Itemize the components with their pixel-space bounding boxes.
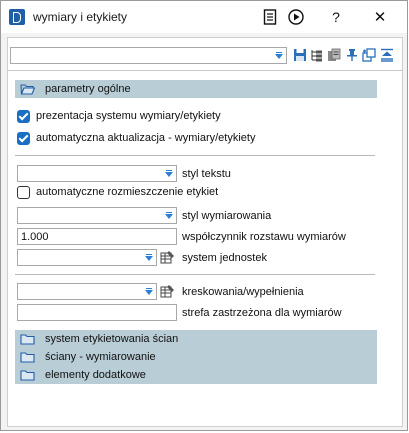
section-separator <box>15 155 375 156</box>
edit-table-icon[interactable] <box>160 250 175 265</box>
copy-properties-icon[interactable] <box>327 48 341 62</box>
reserved-zone-input[interactable] <box>17 304 177 321</box>
group-label: parametry ogólne <box>45 83 131 95</box>
dropdown-arrow-icon[interactable] <box>162 209 175 222</box>
play-icon[interactable] <box>283 5 309 29</box>
save-icon[interactable] <box>293 48 307 62</box>
folder-icon <box>20 370 35 381</box>
group-walls-dimensioning[interactable]: ściany - wymiarowanie <box>15 348 377 366</box>
text-style-label: styl tekstu <box>182 168 231 180</box>
window-title: wymiary i etykiety <box>33 10 128 24</box>
units-system-label: system jednostek <box>182 252 267 264</box>
dropdown-arrow-icon[interactable] <box>142 251 155 264</box>
section-separator <box>15 274 375 275</box>
edit-table-icon[interactable] <box>160 284 175 299</box>
spacing-factor-label: współczynnik rozstawu wymiarów <box>182 231 346 243</box>
dropdown-arrow-icon[interactable] <box>142 285 155 298</box>
settings-panel: parametry ogólne prezentacja systemu wym… <box>7 37 403 427</box>
tree-structure-icon[interactable] <box>310 48 324 62</box>
new-window-icon[interactable] <box>362 48 376 62</box>
toolbar-separator <box>8 70 402 71</box>
document-list-icon[interactable] <box>257 5 283 29</box>
dropdown-arrow-icon[interactable] <box>162 167 175 180</box>
dim-style-label: styl wymiarowania <box>182 210 272 222</box>
text-style-combo[interactable] <box>17 165 177 182</box>
app-icon <box>9 9 25 25</box>
preset-combo[interactable] <box>10 47 287 64</box>
auto-update-checkbox[interactable] <box>17 132 30 145</box>
units-system-combo[interactable] <box>17 249 157 266</box>
hatching-label: kreskowania/wypełnienia <box>182 286 304 298</box>
show-system-label: prezentacja systemu wymiary/etykiety <box>36 110 221 122</box>
group-label: system etykietowania ścian <box>45 333 179 345</box>
dim-style-combo[interactable] <box>17 207 177 224</box>
collapse-all-icon[interactable] <box>380 48 394 62</box>
reserved-zone-label: strefa zastrzeżona dla wymiarów <box>182 307 342 319</box>
group-wall-labeling-system[interactable]: system etykietowania ścian <box>15 330 377 348</box>
title-bar: wymiary i etykiety ? ✕ <box>1 1 407 33</box>
auto-layout-checkbox[interactable] <box>17 186 30 199</box>
show-system-checkbox[interactable] <box>17 110 30 123</box>
dialog-window: wymiary i etykiety ? ✕ parametry ogólne … <box>0 0 408 431</box>
group-label: ściany - wymiarowanie <box>45 351 156 363</box>
group-additional-elements[interactable]: elementy dodatkowe <box>15 366 377 384</box>
folder-icon <box>20 334 35 345</box>
group-label: elementy dodatkowe <box>45 369 146 381</box>
hatching-combo[interactable] <box>17 283 157 300</box>
spacing-factor-input[interactable]: 1.000 <box>17 228 177 245</box>
auto-update-label: automatyczna aktualizacja - wymiary/etyk… <box>36 132 256 144</box>
pin-icon[interactable] <box>345 48 359 62</box>
dropdown-arrow-icon[interactable] <box>272 49 285 62</box>
help-button[interactable]: ? <box>323 5 349 29</box>
group-general-parameters[interactable]: parametry ogólne <box>15 80 377 98</box>
folder-open-icon <box>20 84 35 95</box>
auto-layout-label: automatyczne rozmieszczenie etykiet <box>36 186 219 198</box>
folder-icon <box>20 352 35 363</box>
close-button[interactable]: ✕ <box>367 5 393 29</box>
